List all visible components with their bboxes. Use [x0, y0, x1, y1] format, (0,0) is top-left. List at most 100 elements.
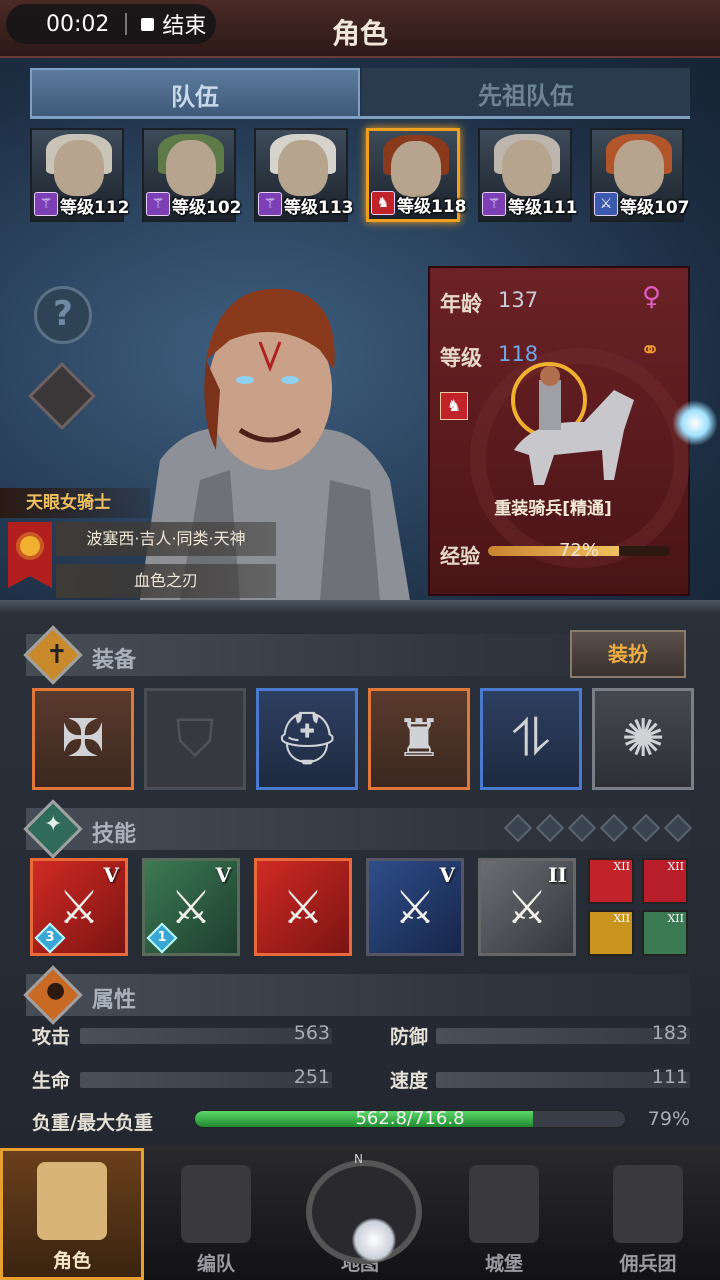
- moon-glow-icon: [352, 1218, 396, 1262]
- nav-icon: [37, 1162, 107, 1240]
- equipment-slot-weapon[interactable]: ✠: [32, 688, 134, 790]
- weapon-icon: ✠: [61, 709, 105, 769]
- team-member-1[interactable]: ⚚ 等级112: [30, 128, 130, 222]
- team-member-5[interactable]: ⚚ 等级111: [478, 128, 578, 222]
- nav-icon: [181, 1165, 251, 1243]
- character-trait[interactable]: 血色之刃: [56, 564, 276, 598]
- slot-diamond-icon: [631, 813, 661, 843]
- tab-ancestor-team[interactable]: 先祖队伍: [362, 68, 690, 118]
- boots-icon: ⥮: [512, 709, 550, 769]
- team-member-3[interactable]: ⚚ 等级113: [254, 128, 354, 222]
- recording-indicator[interactable]: 00:02 结束: [6, 4, 216, 44]
- passive-skill-rank: XII: [667, 912, 684, 925]
- slot-diamond-icon: [663, 813, 693, 843]
- passive-skill-1[interactable]: XII: [588, 858, 634, 904]
- skill-slot-2[interactable]: ⚔ V 1: [142, 858, 240, 956]
- class-knight-image: [511, 362, 634, 485]
- skill-rank: V: [103, 863, 119, 887]
- slot-diamond-icon: [599, 813, 629, 843]
- attack-value: 563: [293, 1022, 330, 1044]
- age-label: 年龄: [440, 292, 482, 316]
- nav-label: 佣兵团: [619, 1253, 677, 1275]
- equipment-slot-boots[interactable]: ⥮: [480, 688, 582, 790]
- team-member-level: 等级111: [508, 198, 578, 218]
- hero-face: [278, 140, 328, 196]
- tab-team[interactable]: 队伍: [30, 68, 360, 118]
- hero-face: [54, 140, 104, 196]
- amulet-icon: ✺: [621, 709, 665, 769]
- defense-value: 183: [651, 1022, 688, 1044]
- skill-icon: ⚔: [282, 880, 324, 934]
- horse-icon: ♞: [371, 191, 395, 215]
- equipment-slot-helmet[interactable]: ⛑: [256, 688, 358, 790]
- nav-item-2[interactable]: 编队: [144, 1148, 288, 1280]
- hp-label: 生命: [32, 1070, 71, 1092]
- team-member-2[interactable]: ⚚ 等级102: [142, 128, 242, 222]
- skill-rank: V: [215, 863, 231, 887]
- equipment-slot-armor[interactable]: ♜: [368, 688, 470, 790]
- equipment-slot-amulet[interactable]: ✺: [592, 688, 694, 790]
- team-member-level: 等级102: [172, 198, 242, 218]
- tab-underline: [30, 116, 690, 119]
- staff-icon: ⚚: [258, 192, 282, 216]
- staff-icon: ⚚: [146, 192, 170, 216]
- exp-percent: 72%: [558, 540, 599, 561]
- skill-slot-1[interactable]: ⚔ V 3: [30, 858, 128, 956]
- skill-stack-count: 3: [45, 930, 55, 945]
- hp-value: 251: [293, 1066, 330, 1088]
- passive-skill-4[interactable]: XII: [642, 910, 688, 956]
- skill-slot-3[interactable]: ⚔: [254, 858, 352, 956]
- exp-label: 经验: [440, 544, 480, 568]
- load-percent: 79%: [647, 1108, 690, 1130]
- skill-rank: II: [548, 863, 567, 887]
- character-origin: 波塞西·吉人·同类·天神: [56, 522, 276, 556]
- end-recording-button[interactable]: 结束: [162, 8, 206, 40]
- passive-skill-rank: XII: [613, 860, 630, 873]
- class-name: 重装骑兵[精通]: [494, 499, 612, 519]
- recording-timer: 00:02: [46, 11, 110, 37]
- skill-slot-4[interactable]: ⚔ V: [366, 858, 464, 956]
- skill-stack-count: 1: [157, 930, 167, 945]
- passive-skill-rank: XII: [613, 912, 630, 925]
- team-member-4[interactable]: ♞ 等级118: [366, 128, 467, 222]
- armor-icon: ♜: [395, 709, 443, 769]
- nav-label: 角色: [52, 1250, 91, 1272]
- portal-glow-icon[interactable]: [672, 400, 718, 446]
- hero-face: [614, 140, 664, 196]
- passive-skill-3[interactable]: XII: [588, 910, 634, 956]
- divider: [125, 13, 128, 35]
- level-label: 等级: [440, 346, 482, 370]
- nav-item-5[interactable]: 佣兵团: [576, 1148, 720, 1280]
- team-member-level: 等级107: [620, 198, 690, 218]
- team-member-level: 等级112: [60, 198, 130, 218]
- hero-face: [166, 140, 216, 196]
- nav-item-4[interactable]: 城堡: [432, 1148, 576, 1280]
- defense-label: 防御: [390, 1026, 429, 1048]
- help-button[interactable]: ?: [34, 286, 92, 344]
- slot-diamond-icon: [535, 813, 565, 843]
- skill-rank: V: [439, 863, 455, 887]
- speed-label: 速度: [390, 1070, 429, 1092]
- nav-icon: [613, 1165, 683, 1243]
- passive-skill-2[interactable]: XII: [642, 858, 688, 904]
- team-member-6[interactable]: ⚔ 等级107: [590, 128, 690, 222]
- dress-up-button[interactable]: 装扮: [570, 630, 686, 678]
- skills-title: 技能: [92, 822, 137, 847]
- horse-icon: ♞: [440, 392, 468, 420]
- equipment-slot-shield[interactable]: ⛉: [144, 688, 246, 790]
- nav-item-1[interactable]: 角色: [0, 1148, 144, 1280]
- team-member-level: 等级113: [284, 198, 354, 218]
- shield-icon: ⛉: [175, 709, 215, 769]
- character-title: 天眼女骑士: [0, 488, 150, 518]
- equipment-title: 装备: [92, 648, 137, 673]
- hero-face: [391, 141, 441, 197]
- stop-icon: [141, 17, 155, 31]
- skill-slot-indicators: [503, 813, 694, 843]
- slot-diamond-icon: [567, 813, 597, 843]
- helmet-icon: ⛑: [273, 709, 340, 769]
- sun-icon: [20, 536, 40, 556]
- passive-skill-rank: XII: [667, 860, 684, 873]
- staff-icon: ⚚: [34, 192, 58, 216]
- attack-label: 攻击: [32, 1026, 71, 1048]
- skill-slot-5[interactable]: ⚔ II: [478, 858, 576, 956]
